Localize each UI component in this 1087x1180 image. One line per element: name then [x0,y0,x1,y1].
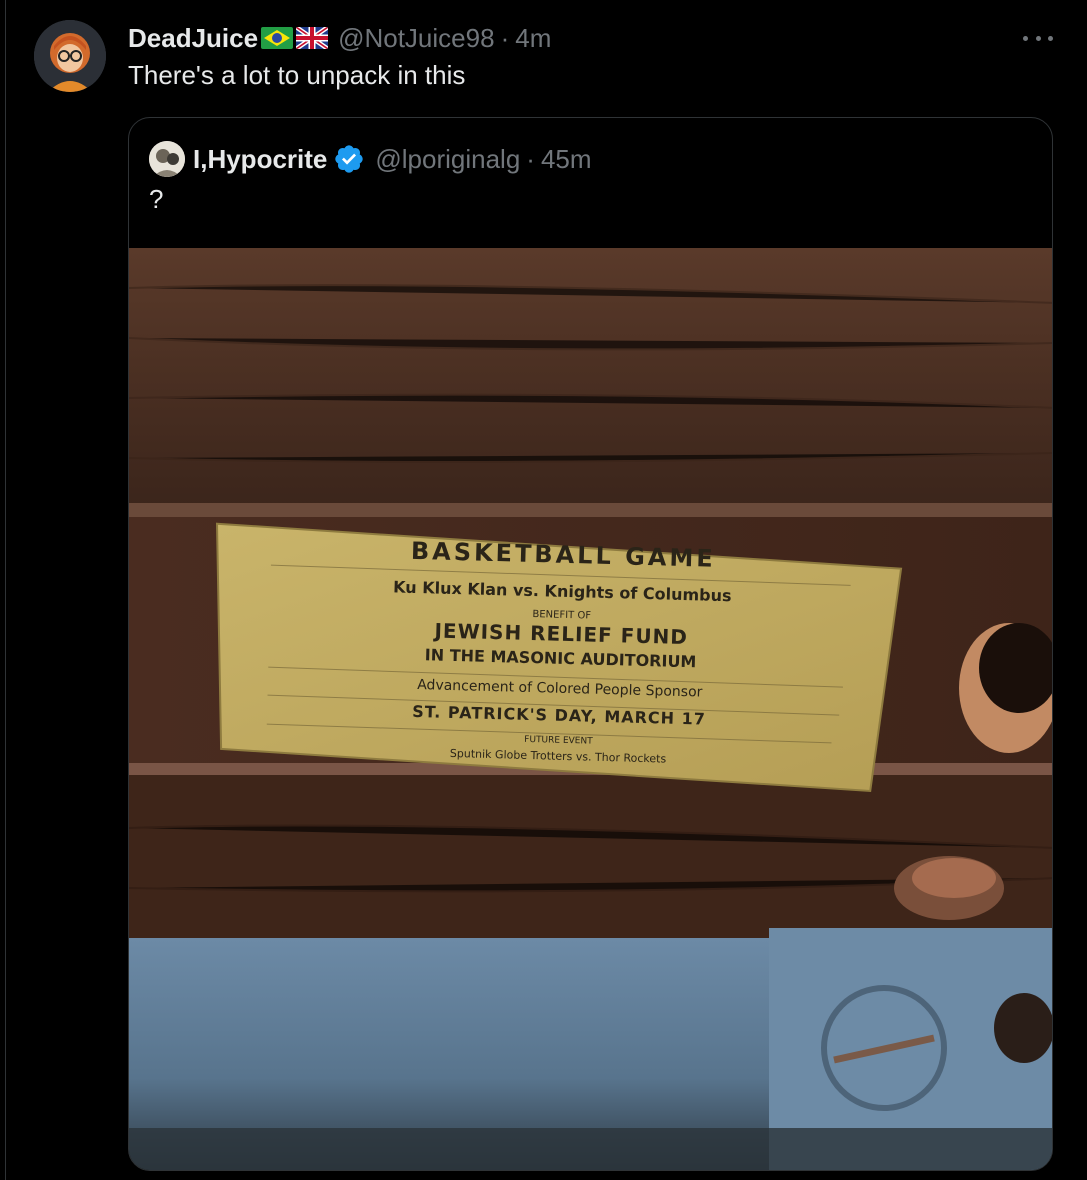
uk-flag-icon [296,27,329,49]
tweet-timestamp[interactable]: 4m [515,23,551,54]
quoted-timestamp[interactable]: 45m [541,144,592,175]
quoted-handle[interactable]: @lporiginalg [375,144,520,175]
quoted-separator-dot: · [526,143,535,174]
more-icon[interactable] [1023,28,1053,48]
quoted-tweet-card[interactable]: I,Hypocrite @lporiginalg · 45m ? BASKETB… [128,117,1053,1171]
quoted-author-avatar[interactable] [149,141,185,177]
label-line2: BENEFIT OF [532,609,591,622]
label-line7: FUTURE EVENT [524,735,593,747]
author-display-name[interactable]: DeadJuice [128,23,258,54]
quoted-author-row: I,Hypocrite @lporiginalg · 45m [193,142,592,176]
photo-label: BASKETBALL GAME Ku Klux Klan vs. Knights… [215,522,903,792]
tweet-author-row: DeadJuice @NotJuice98 · 4m [128,22,551,54]
quoted-tweet-photo[interactable]: BASKETBALL GAME Ku Klux Klan vs. Knights… [129,248,1052,1170]
brazil-flag-icon [261,27,294,49]
timeline-border [5,0,6,1180]
tweet-text: There's a lot to unpack in this [128,60,466,90]
verified-badge-icon [333,143,365,175]
quoted-display-name[interactable]: I,Hypocrite [193,144,327,175]
author-avatar[interactable] [34,20,106,92]
quoted-tweet-text: ? [149,184,164,214]
author-handle[interactable]: @NotJuice98 [338,23,494,54]
separator-dot: · [500,22,510,53]
